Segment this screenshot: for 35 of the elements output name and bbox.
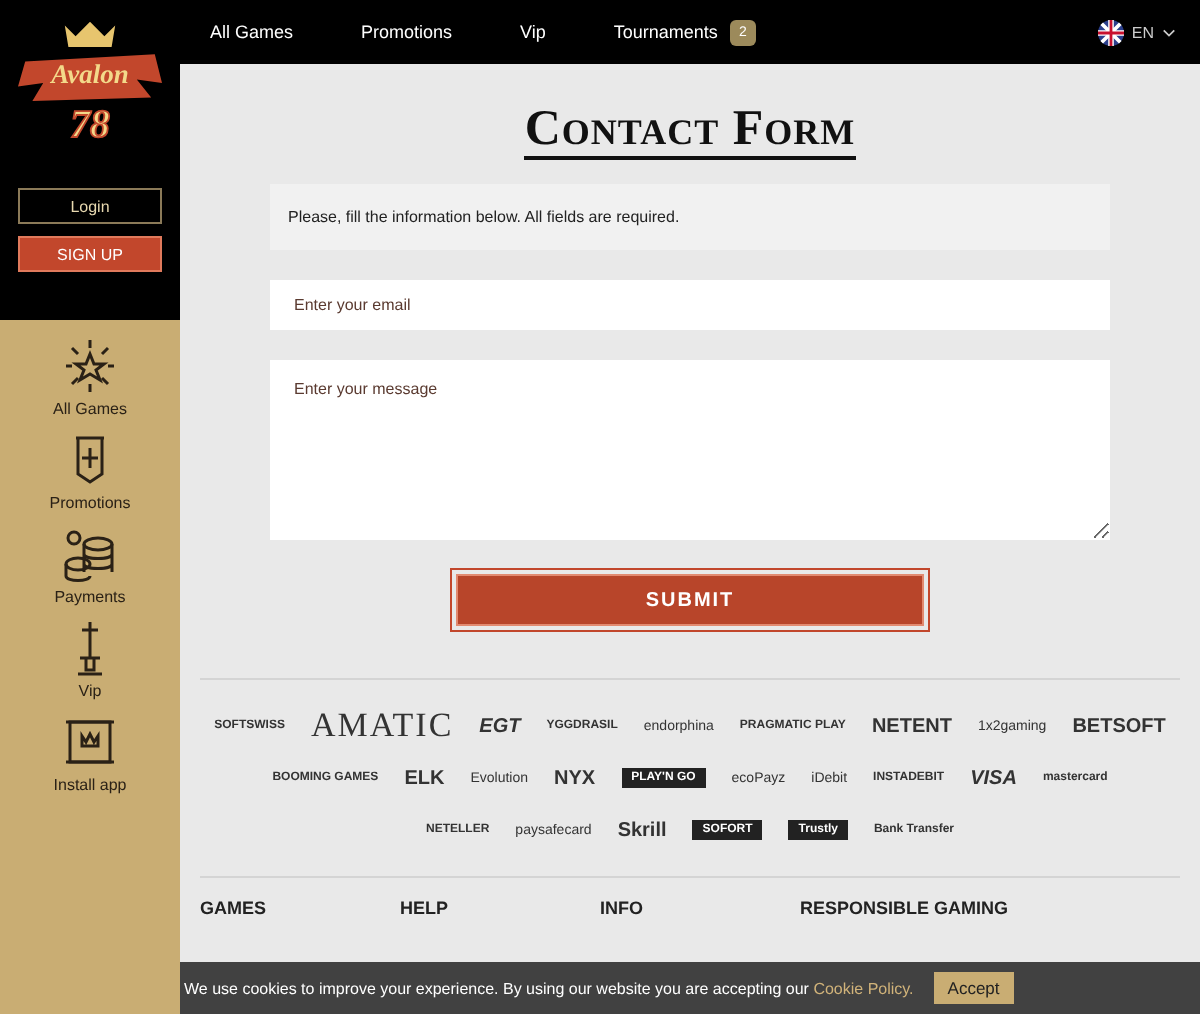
flag-icon (1097, 19, 1124, 45)
nav-link[interactable]: All Games (210, 22, 294, 42)
message-field[interactable]: Enter your message (270, 360, 1110, 540)
nav-link[interactable]: Promotions (361, 22, 453, 42)
language-selector[interactable]: EN (1085, 17, 1188, 47)
chevron-down-icon (1162, 27, 1176, 37)
sidebar-item[interactable]: Payments (54, 524, 126, 606)
logo-drawing[interactable]: Avalon 78 (18, 16, 162, 168)
partner-logo: ELK (404, 767, 445, 789)
accept-button[interactable]: Accept (933, 972, 1014, 1004)
partner-logo: AMATIC (310, 706, 454, 746)
sidebar-item[interactable]: Promotions (49, 430, 131, 512)
footer-heading: GAMES (200, 898, 269, 918)
email-field[interactable]: Enter your email (270, 280, 1110, 330)
sidebar-item[interactable]: Vip (60, 618, 120, 700)
sidebar-item[interactable]: All Games (53, 336, 127, 418)
cookie-message: We use cookies to improve your experience. By using our website you are accepting our Cookie Policy. (184, 979, 914, 997)
partner-logo: EGT (479, 715, 521, 737)
partner-logo: NYX (554, 767, 596, 789)
info-message: Please, fill the information below. All fields are required. (270, 184, 1110, 250)
footer-heading: RESPONSIBLE GAMING (800, 898, 1009, 918)
star-burst-icon (60, 336, 120, 396)
submit-button[interactable]: SUBMIT (456, 574, 924, 626)
partner-logo: NETENT (871, 715, 952, 737)
sidebar-item[interactable]: Install app (53, 712, 127, 794)
partner-logo: BETSOFT (1072, 715, 1166, 737)
footer-heading: HELP (400, 898, 451, 918)
cookie-policy-link[interactable]: Cookie Policy. (813, 979, 914, 997)
login-button[interactable]: Login (18, 188, 162, 224)
sign-up-button[interactable]: SIGN UP (18, 236, 162, 272)
nav-link[interactable]: Vip (520, 22, 546, 42)
footer-heading: INFO (600, 898, 645, 918)
partner-logo: Skrill (617, 819, 667, 841)
page-title: Contact Form (524, 104, 856, 160)
partner-logo: VISA (970, 767, 1017, 789)
